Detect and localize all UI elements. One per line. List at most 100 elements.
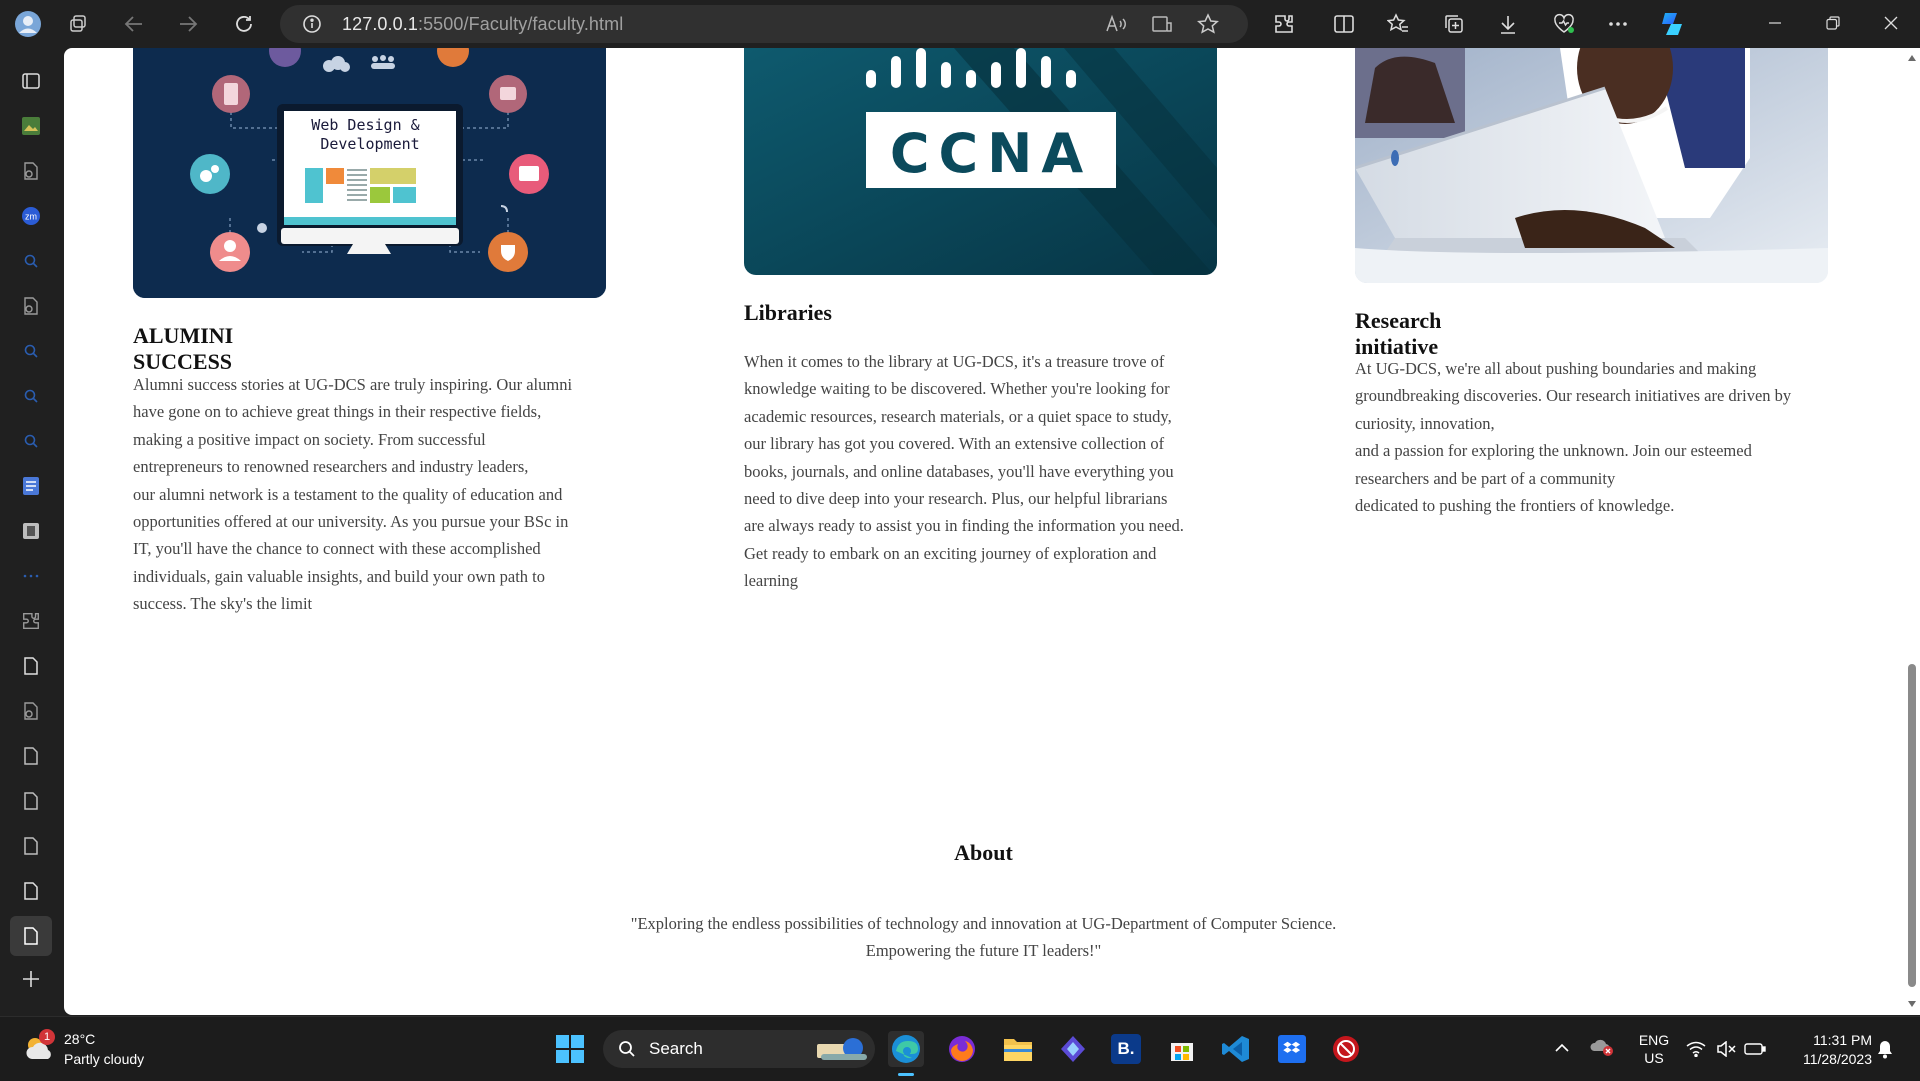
back-icon[interactable] [118,8,150,40]
downloads-icon[interactable] [1492,8,1524,40]
web-design-image-text: Web Design & Development [311,116,428,153]
browser-essentials-icon[interactable] [1548,8,1580,40]
search-highlight-icon [817,1038,867,1060]
browser-title-bar: 127.0.0.1:5500/Faculty/faculty.html [0,0,1920,48]
language-bottom: US [1644,1050,1664,1066]
read-aloud-icon[interactable] [1100,8,1132,40]
web-design-title-line-1: Web Design & [311,116,419,134]
about-text: "Exploring the endless possibilities of … [630,914,1337,961]
tab-file-icon[interactable] [16,291,46,321]
weather-temp: 28°C [64,1031,96,1047]
tab-puzzle-icon[interactable] [16,606,46,636]
language-indicator[interactable]: ENG US [1634,1031,1674,1067]
more-menu-icon[interactable] [1602,8,1634,40]
tab-favicon-image[interactable] [16,111,46,141]
clock-date: 11/28/2023 [1802,1051,1872,1067]
windows-taskbar: 1 28°C Partly cloudy Search B. ENG US 11… [0,1016,1920,1081]
collections-icon[interactable] [1438,8,1470,40]
refresh-icon[interactable] [228,8,260,40]
clock-time: 11:31 PM [1813,1032,1872,1048]
tab-search-icon[interactable] [16,246,46,276]
address-url[interactable]: 127.0.0.1:5500/Faculty/faculty.html [342,14,623,35]
taskbar-store[interactable] [1164,1031,1200,1067]
tab-actions-icon[interactable] [16,66,46,96]
page-scrollbar[interactable] [1903,48,1920,1015]
forward-icon[interactable] [172,8,204,40]
taskbar-app-diamond[interactable] [1055,1031,1091,1067]
search-label: Search [649,1039,703,1058]
immersive-reader-icon[interactable] [1146,8,1178,40]
language-top: ENG [1638,1032,1670,1048]
svg-text:zm: zm [25,212,37,222]
battery-icon[interactable] [1744,1043,1766,1055]
url-path: :5500/Faculty/faculty.html [417,14,624,34]
copilot-icon[interactable] [1656,8,1688,40]
clock[interactable]: 11:31 PM 11/28/2023 [1780,1031,1872,1069]
volume-muted-icon[interactable] [1716,1041,1736,1057]
onedrive-error-icon[interactable] [1590,1037,1614,1057]
weather-desc: Partly cloudy [64,1051,145,1067]
tab-docs-icon[interactable] [16,471,46,501]
restore-button[interactable] [1804,0,1862,46]
show-hidden-icons-chevron-icon[interactable] [1555,1043,1569,1053]
favorites-icon[interactable] [1382,8,1414,40]
address-bar[interactable]: 127.0.0.1:5500/Faculty/faculty.html [280,5,1248,43]
card-title-alumni: ALUMINI SUCCESS [133,323,234,374]
research-student-photo [1355,48,1828,283]
favorite-star-icon[interactable] [1192,8,1224,40]
web-design-title-line-2: Development [320,135,419,153]
taskbar-app-red[interactable] [1328,1031,1364,1067]
taskbar-file-explorer[interactable] [1000,1031,1036,1067]
tab-file-icon[interactable] [16,696,46,726]
taskbar-firefox[interactable] [944,1031,980,1067]
close-button[interactable] [1862,0,1920,46]
ccna-image-text: CCNA [890,122,1092,185]
extensions-icon[interactable] [1268,8,1300,40]
tab-app-icon[interactable] [16,516,46,546]
tab-file-icon[interactable] [16,156,46,186]
minimize-button[interactable] [1746,0,1804,46]
tab-page-icon[interactable] [16,651,46,681]
card-body-libraries: When it comes to the library at UG-DCS, … [744,352,1184,591]
split-screen-icon[interactable] [1328,8,1360,40]
taskbar-dropbox[interactable] [1274,1031,1310,1067]
tab-page-icon[interactable] [16,741,46,771]
booking-label: B. [1111,1034,1141,1064]
page-viewport: Web Design & Development ALUMINI SUCCESS… [64,48,1903,1015]
start-button[interactable] [552,1031,588,1067]
workspaces-icon[interactable] [62,8,94,40]
tab-page-icon[interactable] [16,786,46,816]
taskbar-booking[interactable]: B. [1108,1031,1144,1067]
card-body-research: At UG-DCS, we're all about pushing bound… [1355,359,1792,516]
url-host: 127.0.0.1 [342,14,418,34]
scrollbar-thumb[interactable] [1908,664,1916,987]
tab-page-active-icon[interactable] [10,916,52,956]
tab-search-icon[interactable] [16,381,46,411]
card-body-alumni: Alumni success stories at UG-DCS are tru… [133,375,573,614]
scroll-up-arrow-icon[interactable] [1907,54,1917,62]
profile-avatar[interactable] [12,8,44,40]
notifications-bell-icon[interactable] [1876,1039,1894,1059]
scroll-down-arrow-icon[interactable] [1907,1000,1917,1008]
new-tab-icon[interactable] [16,964,46,994]
card-title-research: Research initiative [1355,308,1442,359]
vertical-tabs-sidebar: zm [0,48,64,1016]
tab-page-icon[interactable] [16,831,46,861]
taskbar-vscode[interactable] [1218,1031,1254,1067]
about-title: About [954,840,1013,865]
edge-active-indicator [898,1073,914,1076]
ccna-image: CCNA [744,48,1217,275]
wifi-icon[interactable] [1686,1041,1706,1057]
taskbar-search[interactable]: Search [603,1030,875,1068]
tab-search-icon[interactable] [16,426,46,456]
taskbar-edge[interactable] [888,1031,924,1067]
web-design-image: Web Design & Development [133,48,606,298]
card-title-libraries: Libraries [744,300,832,325]
site-info-icon[interactable] [296,8,328,40]
tab-search-icon[interactable] [16,336,46,366]
tab-zoom-icon[interactable]: zm [16,201,46,231]
tab-more-icon[interactable] [16,561,46,591]
weather-badge: 1 [39,1029,55,1045]
tab-page-icon[interactable] [16,876,46,906]
weather-widget[interactable]: 1 28°C Partly cloudy [20,1027,180,1071]
